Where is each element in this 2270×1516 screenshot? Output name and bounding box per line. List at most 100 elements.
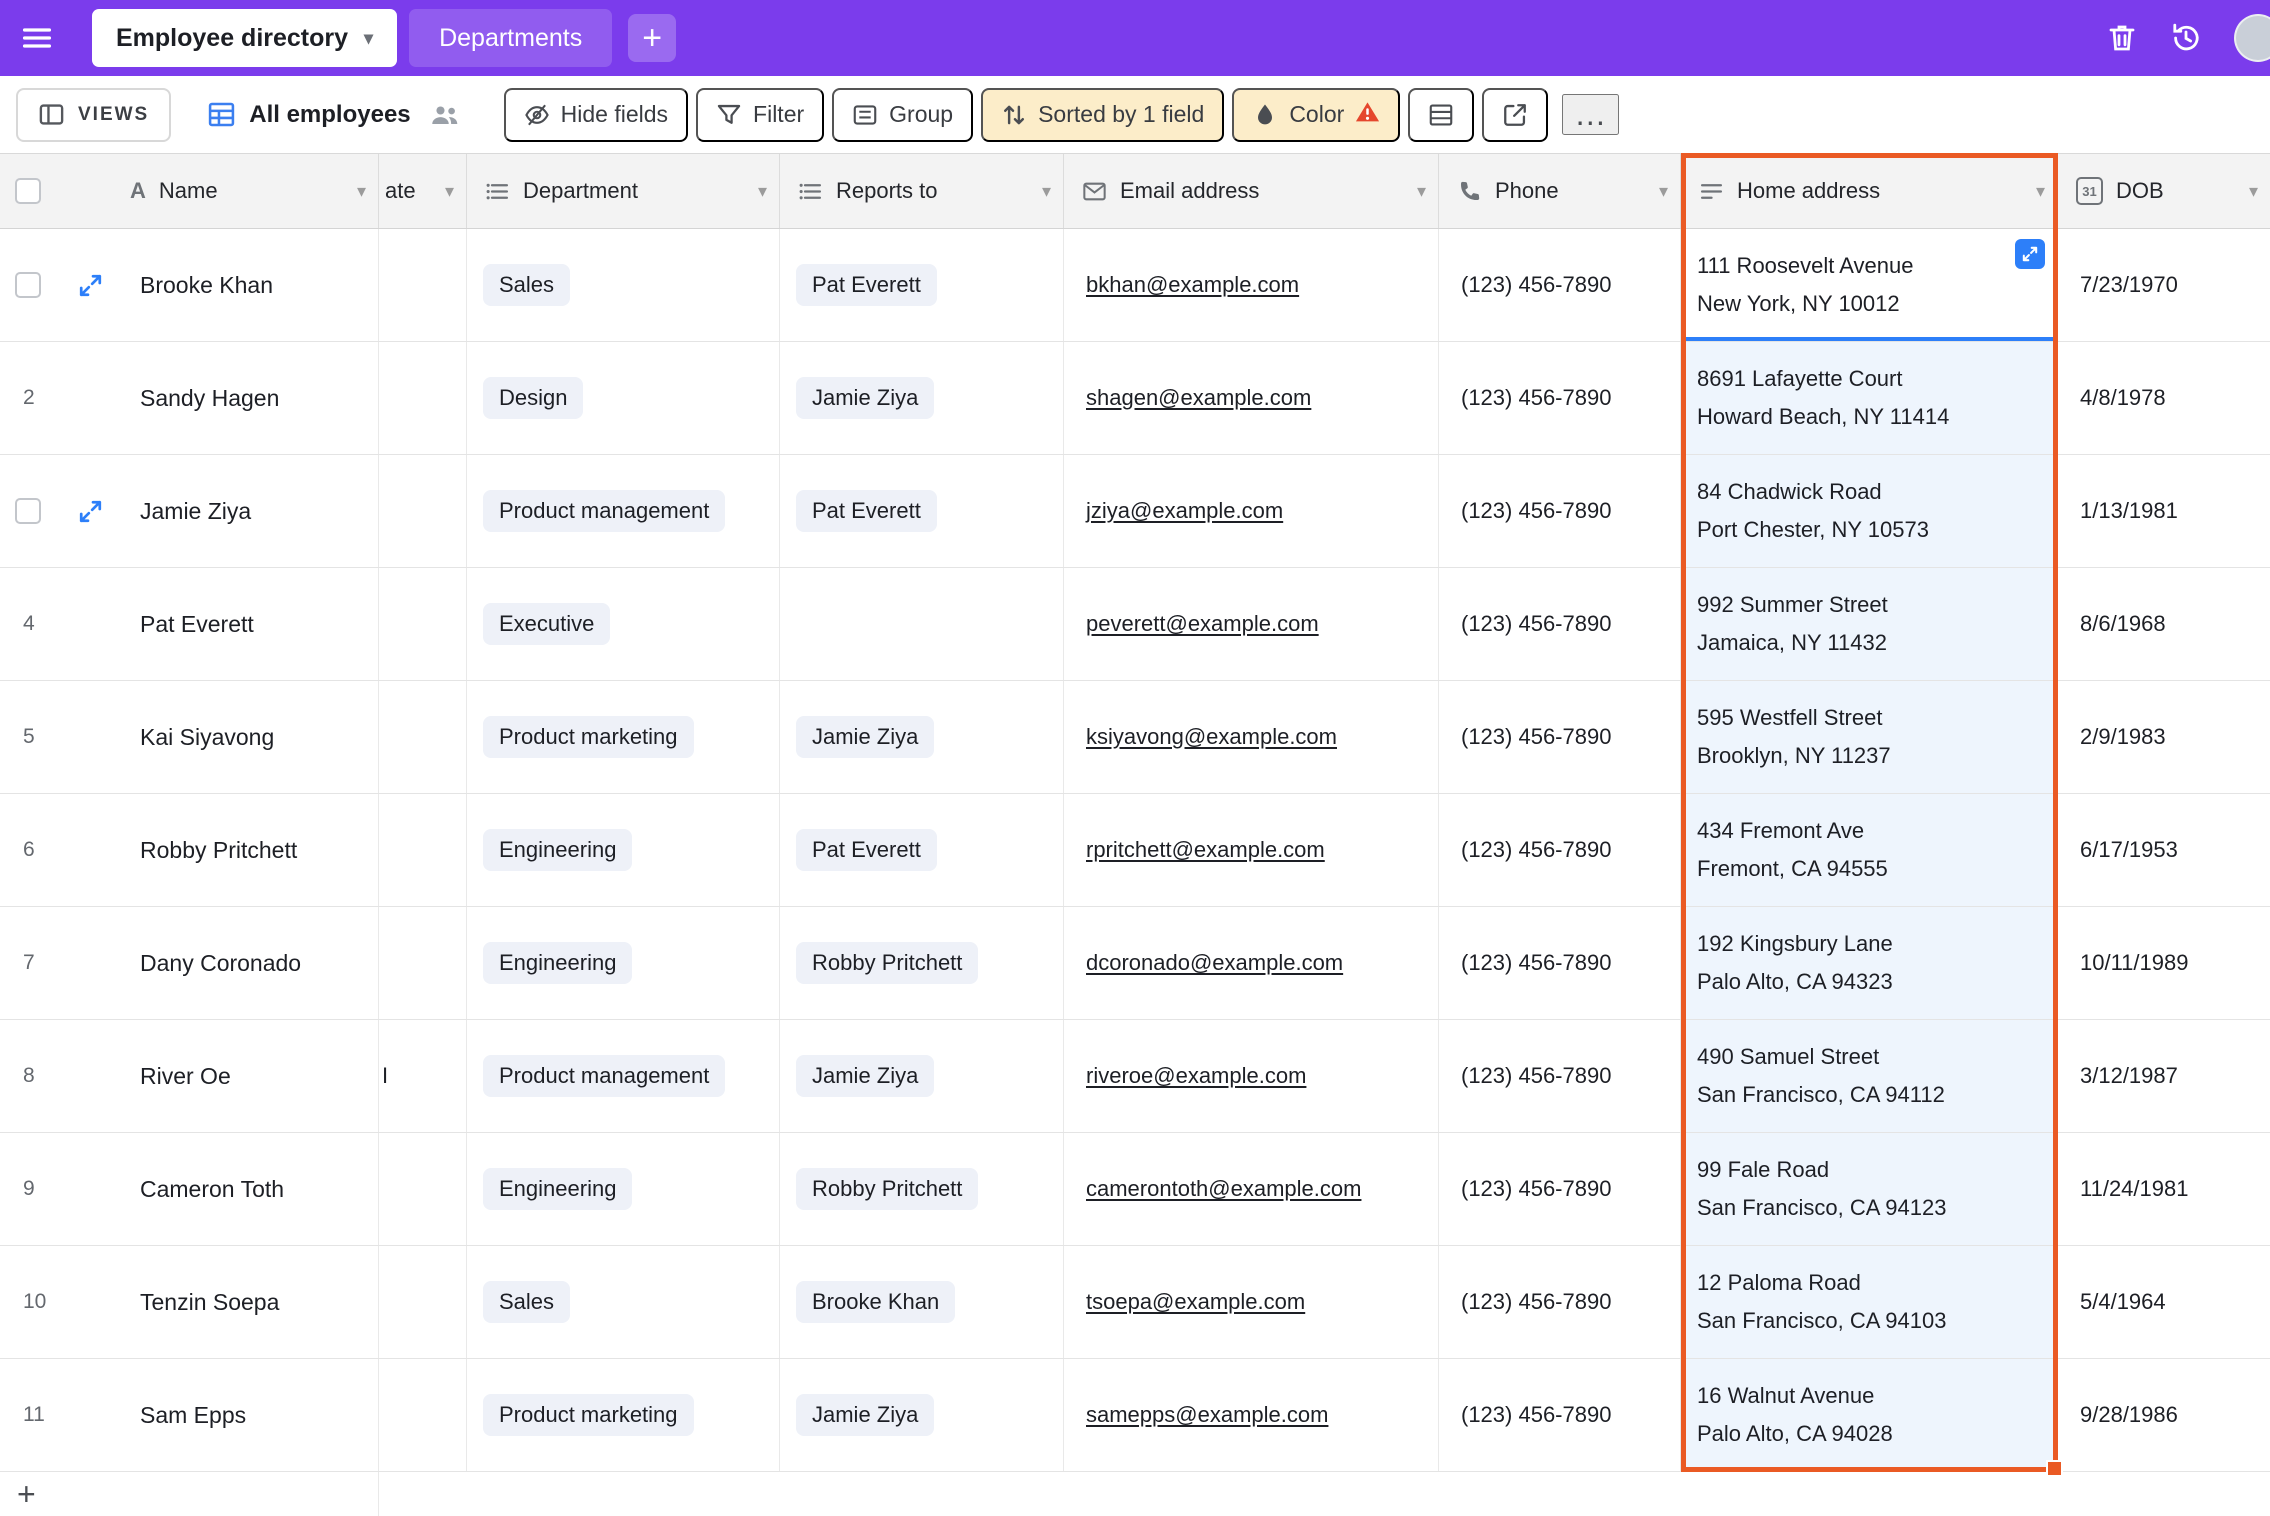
reports-to-cell[interactable]: Pat Everett xyxy=(780,794,1064,906)
home-address-cell[interactable]: 490 Samuel Street San Francisco, CA 9411… xyxy=(1681,1020,2058,1132)
email-cell[interactable]: jziya@example.com xyxy=(1064,455,1439,567)
reports-to-pill[interactable]: Robby Pritchett xyxy=(796,942,979,984)
department-cell[interactable]: Sales xyxy=(467,229,780,341)
history-icon[interactable] xyxy=(2170,22,2202,54)
expand-record-icon[interactable] xyxy=(77,498,104,525)
reports-to-pill[interactable]: Robby Pritchett xyxy=(796,1168,979,1210)
reports-to-cell[interactable]: Brooke Khan xyxy=(780,1246,1064,1358)
department-cell[interactable]: Product management xyxy=(467,455,780,567)
name-cell[interactable]: Brooke Khan xyxy=(0,229,379,341)
clipped-column-cell[interactable] xyxy=(379,568,467,680)
department-pill[interactable]: Product marketing xyxy=(483,716,694,758)
phone-cell[interactable]: (123) 456-7890 xyxy=(1439,342,1681,454)
reports-to-cell[interactable]: Robby Pritchett xyxy=(780,1133,1064,1245)
column-header-clipped[interactable]: ate xyxy=(379,154,467,228)
dob-cell[interactable]: 9/28/1986 xyxy=(2058,1359,2270,1471)
name-cell[interactable]: Jamie Ziya xyxy=(0,455,379,567)
email-link[interactable]: jziya@example.com xyxy=(1086,498,1283,524)
email-link[interactable]: camerontoth@example.com xyxy=(1086,1176,1361,1202)
email-cell[interactable]: camerontoth@example.com xyxy=(1064,1133,1439,1245)
name-cell[interactable]: 7 Dany Coronado xyxy=(0,907,379,1019)
dob-cell[interactable]: 10/11/1989 xyxy=(2058,907,2270,1019)
home-address-cell[interactable]: 992 Summer Street Jamaica, NY 11432 xyxy=(1681,568,2058,680)
email-cell[interactable]: shagen@example.com xyxy=(1064,342,1439,454)
reports-to-cell[interactable] xyxy=(780,568,1064,680)
chevron-down-icon[interactable] xyxy=(445,181,454,202)
column-header-phone[interactable]: Phone xyxy=(1439,154,1681,228)
reports-to-pill[interactable]: Jamie Ziya xyxy=(796,716,935,758)
reports-to-pill[interactable]: Jamie Ziya xyxy=(796,1055,935,1097)
group-button[interactable]: Group xyxy=(832,87,974,142)
email-link[interactable]: ksiyavong@example.com xyxy=(1086,724,1337,750)
email-link[interactable]: bkhan@example.com xyxy=(1086,272,1299,298)
hide-fields-button[interactable]: Hide fields xyxy=(503,87,689,142)
email-cell[interactable]: samepps@example.com xyxy=(1064,1359,1439,1471)
email-link[interactable]: riveroe@example.com xyxy=(1086,1063,1306,1089)
column-header-home-address[interactable]: Home address xyxy=(1681,154,2058,228)
expand-record-icon[interactable] xyxy=(77,272,104,299)
department-pill[interactable]: Sales xyxy=(483,264,571,306)
name-cell[interactable]: 11 Sam Epps xyxy=(0,1359,379,1471)
email-cell[interactable]: dcoronado@example.com xyxy=(1064,907,1439,1019)
dob-cell[interactable]: 6/17/1953 xyxy=(2058,794,2270,906)
email-link[interactable]: samepps@example.com xyxy=(1086,1402,1328,1428)
share-view-button[interactable] xyxy=(1482,87,1549,142)
clipped-column-cell[interactable] xyxy=(379,229,467,341)
chevron-down-icon[interactable] xyxy=(1042,181,1051,202)
add-table-button[interactable]: + xyxy=(628,14,677,62)
reports-to-pill[interactable]: Brooke Khan xyxy=(796,1281,956,1323)
select-all-checkbox[interactable] xyxy=(15,178,41,204)
dob-cell[interactable]: 2/9/1983 xyxy=(2058,681,2270,793)
home-address-cell[interactable]: 595 Westfell Street Brooklyn, NY 11237 xyxy=(1681,681,2058,793)
clipped-column-cell[interactable]: I xyxy=(379,1020,467,1132)
name-cell[interactable]: 2 Sandy Hagen xyxy=(0,342,379,454)
email-link[interactable]: tsoepa@example.com xyxy=(1086,1289,1305,1315)
sort-button[interactable]: Sorted by 1 field xyxy=(981,87,1225,142)
reports-to-cell[interactable]: Pat Everett xyxy=(780,229,1064,341)
department-cell[interactable]: Engineering xyxy=(467,1133,780,1245)
department-cell[interactable]: Design xyxy=(467,342,780,454)
reports-to-pill[interactable]: Jamie Ziya xyxy=(796,377,935,419)
email-cell[interactable]: tsoepa@example.com xyxy=(1064,1246,1439,1358)
clipped-column-cell[interactable] xyxy=(379,455,467,567)
department-cell[interactable]: Engineering xyxy=(467,907,780,1019)
column-header-name[interactable]: A Name xyxy=(0,154,379,228)
email-cell[interactable]: riveroe@example.com xyxy=(1064,1020,1439,1132)
row-height-button[interactable] xyxy=(1408,87,1475,142)
filter-button[interactable]: Filter xyxy=(696,87,825,142)
dob-cell[interactable]: 3/12/1987 xyxy=(2058,1020,2270,1132)
reports-to-cell[interactable]: Robby Pritchett xyxy=(780,907,1064,1019)
trash-icon[interactable] xyxy=(2106,22,2138,54)
reports-to-pill[interactable]: Pat Everett xyxy=(796,829,937,871)
email-cell[interactable]: peverett@example.com xyxy=(1064,568,1439,680)
clipped-column-cell[interactable] xyxy=(379,681,467,793)
column-header-dob[interactable]: 31 DOB xyxy=(2058,154,2270,228)
home-address-cell[interactable]: 16 Walnut Avenue Palo Alto, CA 94028 xyxy=(1681,1359,2058,1471)
email-cell[interactable]: bkhan@example.com xyxy=(1064,229,1439,341)
phone-cell[interactable]: (123) 456-7890 xyxy=(1439,1020,1681,1132)
name-cell[interactable]: 8 River Oe xyxy=(0,1020,379,1132)
chevron-down-icon[interactable] xyxy=(357,181,366,202)
clipped-column-cell[interactable] xyxy=(379,1359,467,1471)
reports-to-cell[interactable]: Jamie Ziya xyxy=(780,1020,1064,1132)
name-cell[interactable]: 4 Pat Everett xyxy=(0,568,379,680)
phone-cell[interactable]: (123) 456-7890 xyxy=(1439,681,1681,793)
email-link[interactable]: rpritchett@example.com xyxy=(1086,837,1325,863)
name-cell[interactable]: 9 Cameron Toth xyxy=(0,1133,379,1245)
department-pill[interactable]: Engineering xyxy=(483,942,633,984)
column-header-reports-to[interactable]: Reports to xyxy=(780,154,1064,228)
department-pill[interactable]: Product management xyxy=(483,490,726,532)
phone-cell[interactable]: (123) 456-7890 xyxy=(1439,907,1681,1019)
phone-cell[interactable]: (123) 456-7890 xyxy=(1439,568,1681,680)
dob-cell[interactable]: 5/4/1964 xyxy=(2058,1246,2270,1358)
chevron-down-icon[interactable] xyxy=(2036,181,2045,202)
phone-cell[interactable]: (123) 456-7890 xyxy=(1439,1133,1681,1245)
tab-departments[interactable]: Departments xyxy=(409,9,613,67)
add-row-button[interactable]: + xyxy=(0,1472,379,1516)
email-link[interactable]: shagen@example.com xyxy=(1086,385,1311,411)
reports-to-pill[interactable]: Jamie Ziya xyxy=(796,1394,935,1436)
home-address-cell[interactable]: 12 Paloma Road San Francisco, CA 94103 xyxy=(1681,1246,2058,1358)
hamburger-menu-button[interactable] xyxy=(0,0,74,76)
reports-to-pill[interactable]: Pat Everett xyxy=(796,490,937,532)
email-link[interactable]: peverett@example.com xyxy=(1086,611,1319,637)
